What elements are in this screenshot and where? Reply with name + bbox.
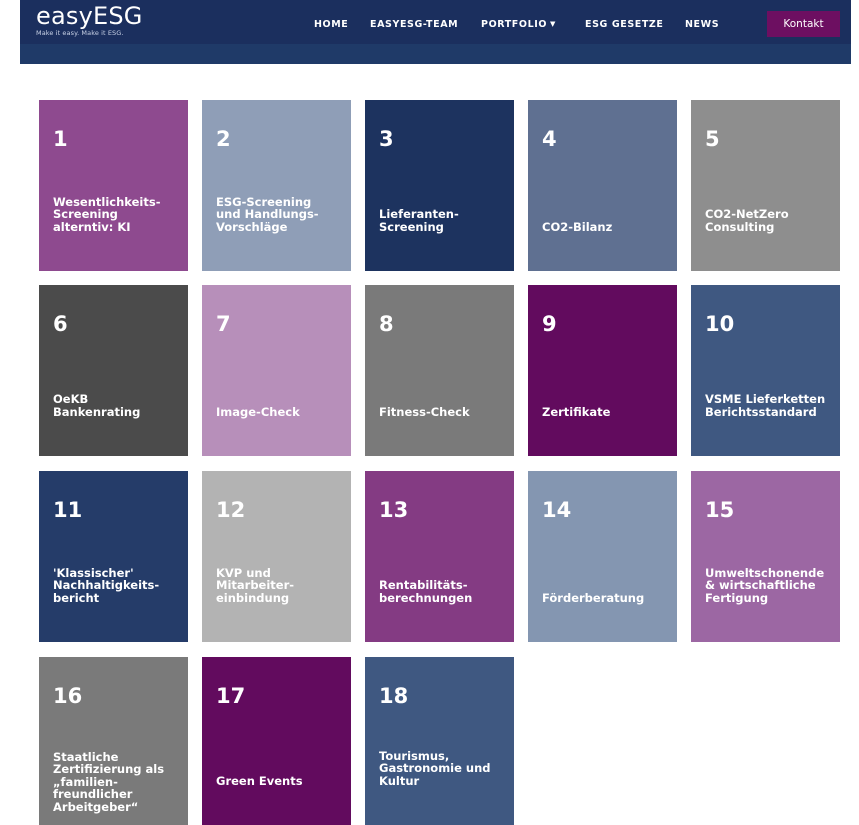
- tile-number: 3: [379, 127, 394, 151]
- brand-logo[interactable]: easyESG Make it easy. Make it ESG.: [36, 4, 143, 38]
- contact-button[interactable]: Kontakt: [767, 11, 840, 37]
- tile-title: Lieferanten- Screening: [379, 207, 459, 234]
- tile-title: Rentabilitäts- berechnungen: [379, 578, 473, 605]
- tile-title: Förderberatung: [542, 590, 645, 605]
- tile-title: Tourismus, Gastronomie und Kultur: [379, 748, 491, 788]
- tile-title: CO2-NetZero Consulting: [705, 207, 789, 234]
- nav-portfolio[interactable]: PORTFOLIO ▼: [481, 18, 556, 32]
- portfolio-tile[interactable]: 13 Rentabilitäts- berechnungen: [365, 471, 514, 642]
- tile-title: VSME Lieferketten Berichtsstandard: [705, 392, 826, 419]
- portfolio-tile[interactable]: 17 Green Events: [202, 657, 351, 825]
- tile-title: ESG-Screening und Handlungs- Vorschläge: [216, 194, 319, 234]
- tile-number: 7: [216, 312, 231, 336]
- tile-title: 'Klassischer' Nachhaltigkeits- bericht: [53, 565, 160, 605]
- tile-number: 4: [542, 127, 557, 151]
- tile-title: Image-Check: [216, 404, 300, 419]
- portfolio-tile[interactable]: 18 Tourismus, Gastronomie und Kultur: [365, 657, 514, 825]
- tile-number: 12: [216, 498, 246, 522]
- tile-title: Zertifikate: [542, 404, 611, 419]
- nav-portfolio-label: PORTFOLIO: [481, 19, 548, 30]
- portfolio-tile[interactable]: 6 OeKB Bankenrating: [39, 285, 188, 456]
- site-header: easyESG Make it easy. Make it ESG. HOME …: [20, 0, 851, 64]
- nav-news[interactable]: NEWS: [685, 18, 719, 32]
- brand-tagline: Make it easy. Make it ESG.: [36, 29, 124, 37]
- portfolio-tile[interactable]: 1 Wesentlichkeits- Screening alterntiv: …: [39, 100, 188, 271]
- portfolio-tile[interactable]: 4 CO2-Bilanz: [528, 100, 677, 271]
- tile-number: 13: [379, 498, 409, 522]
- tile-title: Umweltschonende & wirtschaftliche Fertig…: [705, 565, 825, 605]
- portfolio-tile[interactable]: 8 Fitness-Check: [365, 285, 514, 456]
- brand-name: easyESG: [36, 2, 143, 30]
- tile-number: 8: [379, 312, 394, 336]
- nav-home[interactable]: HOME: [314, 18, 348, 32]
- tile-number: 16: [53, 684, 83, 708]
- tile-number: 11: [53, 498, 83, 522]
- tile-number: 10: [705, 312, 735, 336]
- portfolio-tile[interactable]: 16 Staatliche Zertifizierung als „famili…: [39, 657, 188, 825]
- tile-number: 15: [705, 498, 735, 522]
- tile-number: 1: [53, 127, 68, 151]
- portfolio-tile[interactable]: 15 Umweltschonende & wirtschaftliche Fer…: [691, 471, 840, 642]
- portfolio-tile[interactable]: 10 VSME Lieferketten Berichtsstandard: [691, 285, 840, 456]
- caret-down-icon: ▼: [550, 20, 557, 28]
- portfolio-tile[interactable]: 2 ESG-Screening und Handlungs- Vorschläg…: [202, 100, 351, 271]
- tile-number: 18: [379, 684, 409, 708]
- tile-number: 5: [705, 127, 720, 151]
- portfolio-tile[interactable]: 5 CO2-NetZero Consulting: [691, 100, 840, 271]
- portfolio-tile[interactable]: 11 'Klassischer' Nachhaltigkeits- berich…: [39, 471, 188, 642]
- portfolio-tile[interactable]: 12 KVP und Mitarbeiter- einbindung: [202, 471, 351, 642]
- nav-easyesg-team[interactable]: EASYESG-TEAM: [370, 18, 458, 32]
- header-band: [20, 44, 851, 64]
- tile-title: Wesentlichkeits- Screening alterntiv: KI: [53, 194, 161, 234]
- portfolio-tile[interactable]: 9 Zertifikate: [528, 285, 677, 456]
- portfolio-tile[interactable]: 14 Förderberatung: [528, 471, 677, 642]
- tile-title: CO2-Bilanz: [542, 219, 613, 234]
- tile-number: 17: [216, 684, 246, 708]
- tile-title: Fitness-Check: [379, 404, 470, 419]
- tile-number: 9: [542, 312, 557, 336]
- tile-title: Green Events: [216, 773, 303, 788]
- tile-title: KVP und Mitarbeiter- einbindung: [216, 565, 295, 605]
- portfolio-tile[interactable]: 3 Lieferanten- Screening: [365, 100, 514, 271]
- tile-number: 14: [542, 498, 572, 522]
- portfolio-tile[interactable]: 7 Image-Check: [202, 285, 351, 456]
- tile-title: Staatliche Zertifizierung als „familien-…: [53, 749, 165, 814]
- tile-title: OeKB Bankenrating: [53, 392, 141, 419]
- tile-number: 6: [53, 312, 68, 336]
- nav-esg-gesetze[interactable]: ESG GESETZE: [585, 18, 664, 32]
- tile-number: 2: [216, 127, 231, 151]
